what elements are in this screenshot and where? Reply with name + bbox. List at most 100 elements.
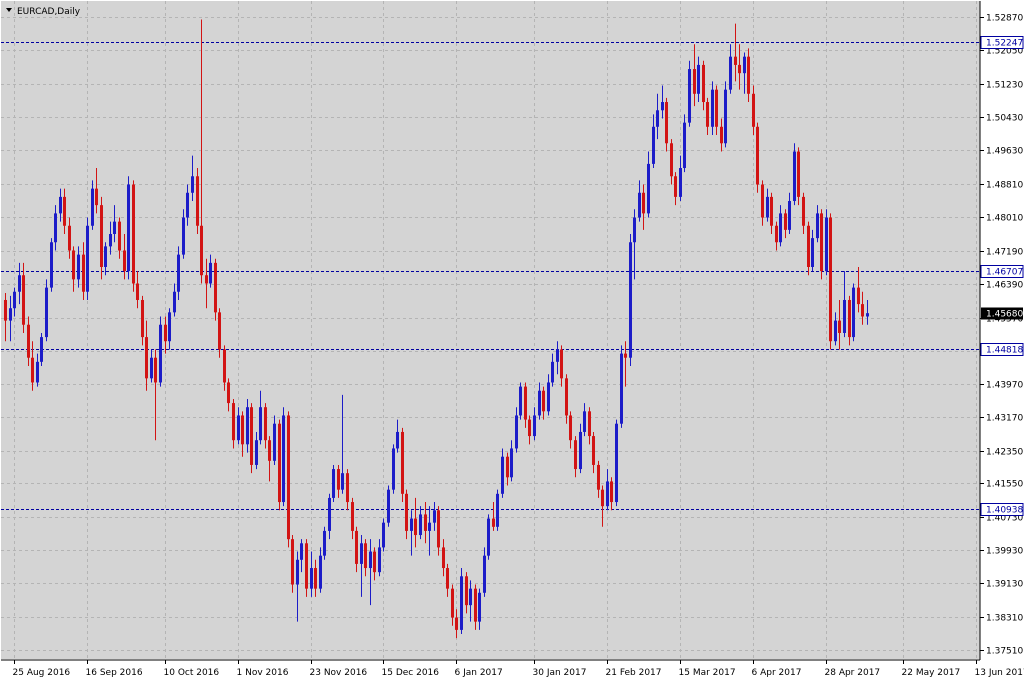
candle-body	[642, 192, 645, 214]
candle-body	[396, 431, 399, 449]
candle-body	[68, 225, 71, 251]
candle-body	[332, 469, 335, 498]
candle-body	[446, 568, 449, 589]
candle	[382, 518, 385, 552]
chart-title-bar[interactable]: EURCAD,Daily	[6, 7, 81, 17]
candle-body	[519, 386, 522, 416]
y-tick-label: 1.49630	[986, 147, 1023, 157]
candle-body	[40, 337, 43, 362]
candle-body	[305, 543, 308, 589]
candle-body	[9, 308, 12, 321]
candle-body	[205, 275, 208, 284]
candle-body	[419, 514, 422, 536]
candle-body	[811, 238, 814, 267]
candle-body	[182, 217, 185, 255]
candle-body	[387, 489, 390, 523]
candle-body	[816, 213, 819, 239]
candle-body	[843, 299, 846, 333]
candle-body	[27, 324, 30, 358]
candle-body	[861, 304, 864, 317]
candle	[86, 217, 89, 300]
x-tick-label: 25 Aug 2016	[13, 668, 71, 678]
candle-body	[583, 411, 586, 432]
candle	[196, 168, 199, 235]
x-tick-label: 15 Mar 2017	[679, 668, 736, 678]
candle	[683, 114, 686, 173]
candle-body	[551, 361, 554, 383]
candle-body	[278, 423, 281, 503]
y-tick-label: 1.48010	[986, 214, 1023, 224]
candle	[40, 332, 43, 366]
candle-body	[688, 69, 691, 123]
level-price-label: 1.46707	[986, 268, 1023, 278]
candle-body	[159, 324, 162, 383]
candle-body	[501, 456, 504, 494]
plot-area[interactable]	[1, 1, 980, 659]
x-tick-label: 1 Nov 2016	[237, 668, 289, 678]
candle-body	[506, 456, 509, 478]
candle	[756, 122, 759, 193]
y-tick-label: 1.50430	[986, 114, 1023, 124]
candle-body	[647, 163, 650, 214]
candle-body	[802, 196, 805, 226]
candle-body	[528, 419, 531, 437]
candle-body	[606, 481, 609, 507]
symbol-title: EURCAD,Daily	[17, 7, 81, 17]
candle-body	[104, 246, 107, 267]
candle-body	[259, 407, 262, 441]
candle-body	[683, 122, 686, 169]
candle-body	[569, 415, 572, 441]
candle-body	[460, 576, 463, 630]
candle-body	[405, 493, 408, 531]
candle-body	[241, 415, 244, 445]
y-tick-label: 1.52870	[986, 14, 1023, 24]
x-tick-label: 22 May 2017	[902, 668, 961, 678]
candle-body	[45, 287, 48, 338]
candle-body	[337, 469, 340, 490]
candle-body	[36, 361, 39, 383]
candle-body	[670, 143, 673, 177]
candle-body	[310, 568, 313, 589]
candle-body	[656, 110, 659, 127]
candle-body	[314, 568, 317, 589]
candle-body	[31, 357, 34, 383]
candle-body	[369, 551, 372, 569]
candle-body	[820, 213, 823, 272]
candle-body	[328, 497, 331, 531]
candle-body	[756, 126, 759, 185]
candle-body	[59, 196, 62, 214]
candle	[282, 407, 285, 507]
candle-body	[542, 390, 545, 412]
x-tick-label: 23 Nov 2016	[310, 668, 368, 678]
candle-body	[360, 543, 363, 564]
candle-body	[214, 262, 217, 313]
candle-body	[300, 543, 303, 560]
candle	[45, 279, 48, 342]
level-price-label: 1.52247	[986, 39, 1023, 49]
candle-body	[734, 56, 737, 65]
candle-body	[109, 234, 112, 247]
candle-body	[624, 353, 627, 358]
candle	[688, 60, 691, 127]
candle-body	[515, 415, 518, 449]
candle-body	[770, 196, 773, 226]
candle-body	[341, 473, 344, 490]
candle-body	[752, 93, 755, 127]
candle-body	[724, 89, 727, 144]
candle-body	[191, 176, 194, 193]
candle-body	[136, 283, 139, 300]
candle	[460, 568, 463, 635]
candle-body	[848, 299, 851, 338]
candle-body	[729, 56, 732, 90]
price-chart[interactable]: 1.528701.520501.512301.504301.496301.488…	[0, 0, 1024, 683]
candle-body	[13, 291, 16, 309]
candle-body	[592, 436, 595, 465]
candle-body	[492, 518, 495, 527]
candle-body	[209, 262, 212, 284]
candle-body	[223, 349, 226, 383]
candle-body	[747, 56, 750, 94]
candle-body	[478, 592, 481, 622]
candle	[387, 485, 390, 527]
candle-body	[401, 431, 404, 494]
candle-body	[720, 126, 723, 144]
